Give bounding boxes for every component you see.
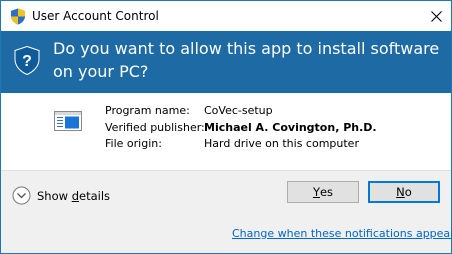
dialog-footer: Show details Yes No Change when these no… bbox=[1, 170, 452, 253]
uac-shield-icon bbox=[11, 8, 25, 25]
prompt-question: Do you want to allow this app to install… bbox=[53, 39, 440, 81]
no-rest: o bbox=[404, 185, 412, 199]
file-origin-label: File origin: bbox=[105, 137, 162, 150]
installer-icon bbox=[54, 111, 82, 131]
notification-settings-link[interactable]: Change when these notifications appear bbox=[232, 227, 452, 240]
yes-accel: Y bbox=[312, 185, 320, 199]
program-info: Program name: CoVec-setup Verified publi… bbox=[105, 103, 377, 153]
prompt-banner: ? Do you want to allow this app to insta… bbox=[1, 31, 451, 93]
program-name-value: CoVec-setup bbox=[204, 104, 273, 117]
show-details-text-pre: Show bbox=[37, 188, 72, 203]
file-origin-value: Hard drive on this computer bbox=[204, 137, 359, 150]
publisher-row: Verified publisher: Michael A. Covington… bbox=[105, 120, 377, 137]
chevron-down-icon bbox=[12, 186, 31, 205]
show-details-label: Show details bbox=[37, 189, 110, 203]
show-details-accel: d bbox=[71, 188, 79, 203]
close-icon bbox=[430, 10, 442, 22]
file-origin-row: File origin: Hard drive on this computer bbox=[105, 136, 377, 153]
publisher-value: Michael A. Covington, Ph.D. bbox=[204, 120, 377, 134]
uac-dialog: User Account Control ? Do you want to al… bbox=[0, 0, 452, 254]
yes-button[interactable]: Yes bbox=[287, 181, 359, 203]
close-button[interactable] bbox=[422, 2, 450, 30]
title-bar: User Account Control bbox=[1, 1, 451, 31]
show-details-text-post: etails bbox=[79, 188, 111, 203]
svg-text:?: ? bbox=[22, 53, 32, 70]
no-button[interactable]: No bbox=[368, 181, 440, 203]
show-details-toggle[interactable]: Show details bbox=[12, 186, 110, 205]
details-panel: Program name: CoVec-setup Verified publi… bbox=[1, 93, 451, 170]
window-title: User Account Control bbox=[32, 9, 159, 23]
program-name-label: Program name: bbox=[105, 104, 190, 117]
help-shield-icon: ? bbox=[14, 46, 40, 75]
no-accel: N bbox=[396, 185, 405, 199]
yes-rest: es bbox=[319, 185, 334, 199]
program-name-row: Program name: CoVec-setup bbox=[105, 103, 377, 120]
publisher-label: Verified publisher: bbox=[105, 120, 205, 134]
